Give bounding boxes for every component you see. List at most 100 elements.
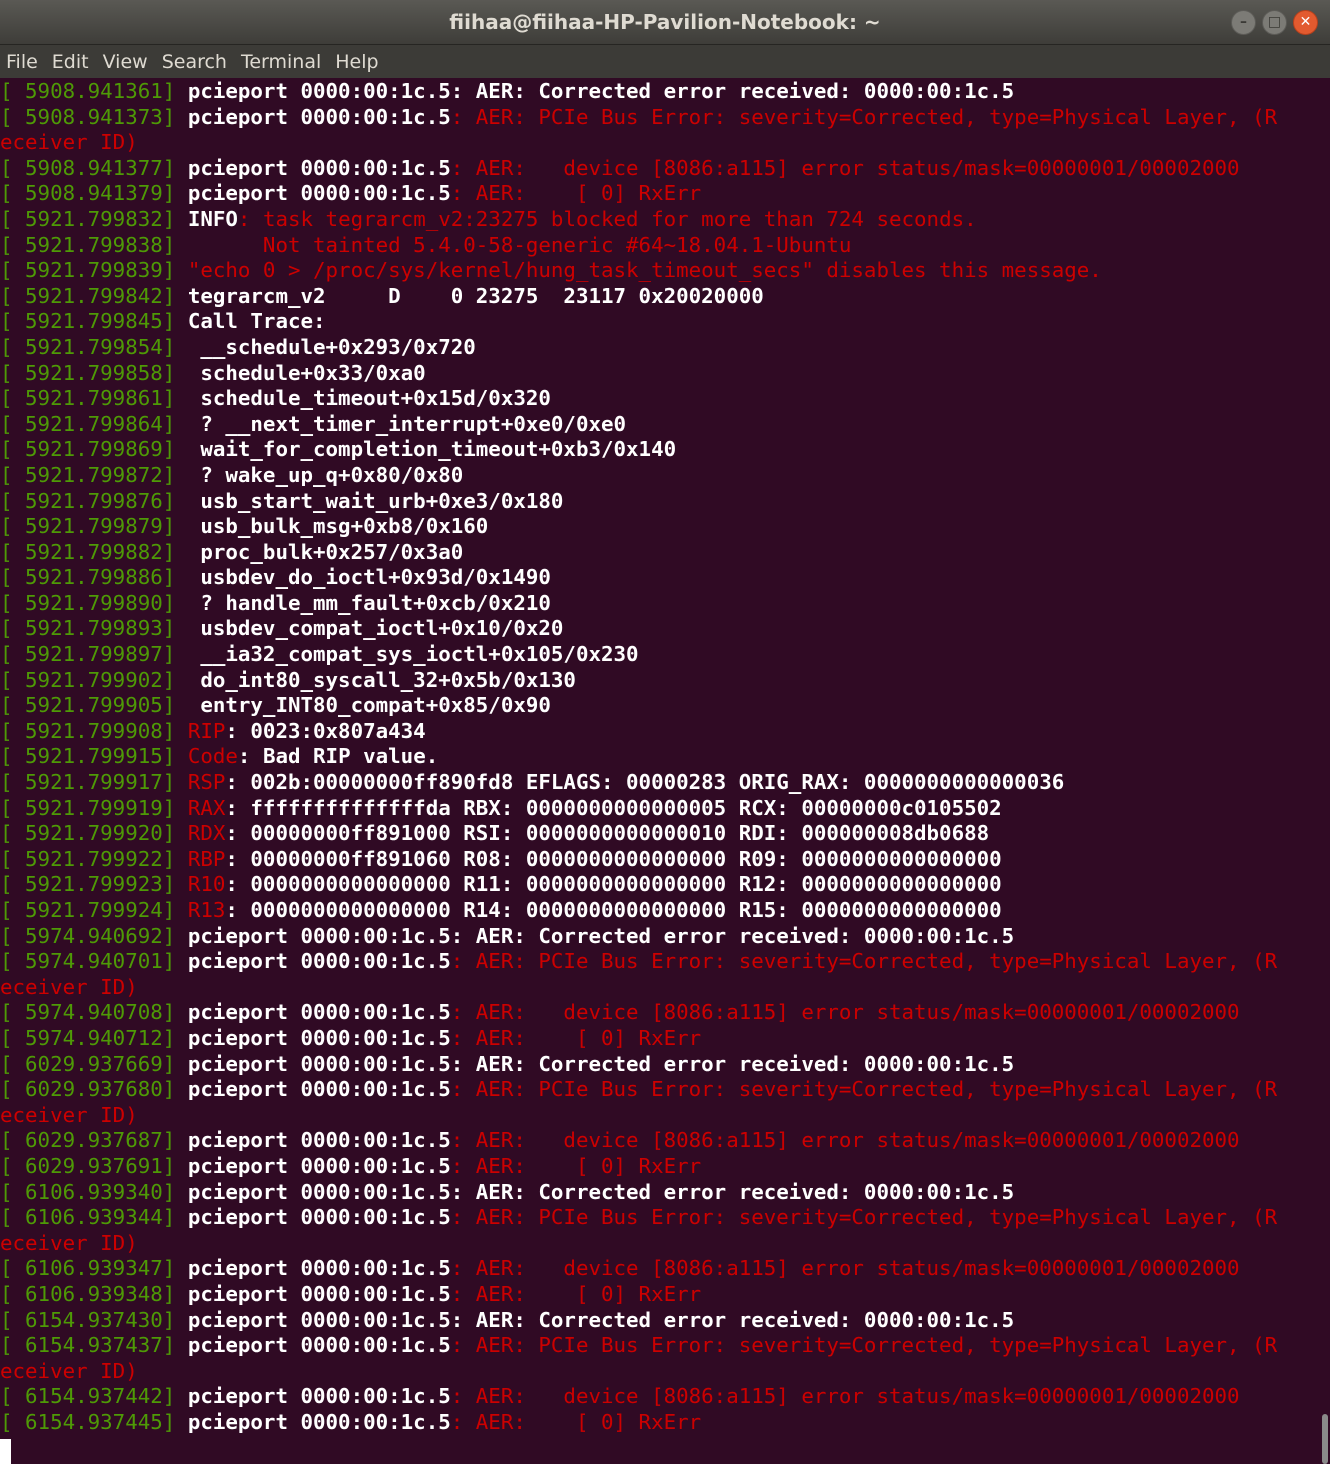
register-label: RSP xyxy=(187,770,226,795)
log-message: : AER: Corrected error received: 0000:00… xyxy=(450,1051,1015,1076)
log-message: : AER: Corrected error received: 0000:00… xyxy=(450,79,1015,103)
log-line: [ 6029.937687] pcieport 0000:00:1c.5: AE… xyxy=(0,1128,1318,1154)
log-line: [ 5974.940712] pcieport 0000:00:1c.5: AE… xyxy=(0,1026,1318,1052)
log-line: [ 5921.799872] ? wake_up_q+0x80/0x80 xyxy=(0,463,1318,489)
log-line: [ 5921.799838] Not tainted 5.4.0-58-gene… xyxy=(0,233,1318,259)
log-message: : AER: [ 0] RxErr xyxy=(450,1153,702,1178)
log-timestamp: [ 5921.799845] xyxy=(0,309,188,334)
log-line: [ 5974.940692] pcieport 0000:00:1c.5: AE… xyxy=(0,924,1318,950)
log-timestamp: [ 5921.799920] xyxy=(0,821,188,846)
log-message: : AER: device [8086:a115] error status/m… xyxy=(450,1256,1240,1281)
log-line: [ 5908.941361] pcieport 0000:00:1c.5: AE… xyxy=(0,79,1318,105)
log-line: [ 5921.799890] ? handle_mm_fault+0xcb/0x… xyxy=(0,591,1318,617)
log-line: [ 5921.799924] R13: 0000000000000000 R14… xyxy=(0,898,1318,924)
log-line: eceiver ID) xyxy=(0,1103,1318,1129)
log-message: usb_start_wait_urb+0xe3/0x180 xyxy=(187,488,564,513)
close-button[interactable]: ✕ xyxy=(1293,10,1318,35)
register-label: RAX xyxy=(187,795,226,820)
log-facility: INFO xyxy=(187,206,238,231)
log-timestamp: [ 5921.799917] xyxy=(0,770,188,795)
log-message: : ffffffffffffffda RBX: 0000000000000005… xyxy=(225,795,1002,820)
log-timestamp: [ 5908.941373] xyxy=(0,104,188,129)
log-message: schedule+0x33/0xa0 xyxy=(187,360,426,385)
log-timestamp: [ 5921.799854] xyxy=(0,334,188,359)
log-message: : AER: device [8086:a115] error status/m… xyxy=(450,155,1240,180)
log-timestamp: [ 5921.799838] xyxy=(0,232,188,257)
log-line: [ 5921.799842] tegrarcm_v2 D 0 23275 231… xyxy=(0,284,1318,310)
log-timestamp: [ 6029.937669] xyxy=(0,1051,188,1076)
log-timestamp: [ 6106.939344] xyxy=(0,1205,188,1230)
log-timestamp: [ 5921.799922] xyxy=(0,846,188,871)
scrollbar-thumb[interactable] xyxy=(1322,1414,1328,1464)
log-line: eceiver ID) xyxy=(0,1359,1318,1385)
menu-search[interactable]: Search xyxy=(156,51,235,73)
menu-help[interactable]: Help xyxy=(329,51,386,73)
log-timestamp: [ 6154.937437] xyxy=(0,1333,188,1358)
log-line: [ 6029.937691] pcieport 0000:00:1c.5: AE… xyxy=(0,1154,1318,1180)
menu-view[interactable]: View xyxy=(97,51,156,73)
menu-edit[interactable]: Edit xyxy=(46,51,97,73)
log-message: : AER: PCIe Bus Error: severity=Correcte… xyxy=(450,1205,1278,1230)
log-facility: pcieport 0000:00:1c.5 xyxy=(187,1256,451,1281)
log-message: usbdev_compat_ioctl+0x10/0x20 xyxy=(187,616,564,641)
log-timestamp: [ 5974.940712] xyxy=(0,1025,188,1050)
scrollbar[interactable] xyxy=(1318,79,1330,1464)
log-timestamp: [ 5921.799924] xyxy=(0,898,188,922)
minimize-button[interactable]: – xyxy=(1231,10,1256,35)
log-message: : AER: [ 0] RxErr xyxy=(450,1025,702,1050)
log-facility: pcieport 0000:00:1c.5 xyxy=(187,181,451,206)
log-message: ? handle_mm_fault+0xcb/0x210 xyxy=(187,590,551,615)
log-timestamp: [ 5921.799893] xyxy=(0,616,188,641)
log-line: [ 6029.937669] pcieport 0000:00:1c.5: AE… xyxy=(0,1052,1318,1078)
log-line: eceiver ID) xyxy=(0,1231,1318,1257)
log-facility: pcieport 0000:00:1c.5 xyxy=(187,1333,451,1358)
log-message: : 00000000ff891000 RSI: 0000000000000010… xyxy=(225,821,990,846)
log-message: : 0000000000000000 R14: 0000000000000000… xyxy=(225,898,1002,922)
log-line: [ 6154.937437] pcieport 0000:00:1c.5: AE… xyxy=(0,1333,1318,1359)
text-cursor xyxy=(0,1439,11,1464)
log-timestamp: [ 6154.937442] xyxy=(0,1384,188,1409)
log-line: [ 5908.941373] pcieport 0000:00:1c.5: AE… xyxy=(0,105,1318,131)
log-message: Call Trace: xyxy=(187,309,326,334)
log-timestamp: [ 5921.799842] xyxy=(0,283,188,308)
log-message: ? __next_timer_interrupt+0xe0/0xe0 xyxy=(187,411,627,436)
log-message: schedule_timeout+0x15d/0x320 xyxy=(187,386,551,411)
log-message: : AER: [ 0] RxErr xyxy=(450,1281,702,1306)
log-message: : task tegrarcm_v2:23275 blocked for mor… xyxy=(237,206,977,231)
log-message: : 00000000ff891060 R08: 0000000000000000… xyxy=(225,846,1002,871)
log-facility: pcieport 0000:00:1c.5 xyxy=(187,104,451,129)
log-timestamp: [ 5921.799923] xyxy=(0,872,188,897)
log-timestamp: [ 6106.939340] xyxy=(0,1179,188,1204)
log-message: proc_bulk+0x257/0x3a0 xyxy=(187,539,464,564)
log-message: "echo 0 > /proc/sys/kernel/hung_task_tim… xyxy=(187,258,1102,283)
log-line: [ 5921.799919] RAX: ffffffffffffffda RBX… xyxy=(0,796,1318,822)
log-timestamp: [ 5921.799919] xyxy=(0,795,188,820)
log-message: __ia32_compat_sys_ioctl+0x105/0x230 xyxy=(187,642,639,667)
log-message: wait_for_completion_timeout+0xb3/0x140 xyxy=(187,437,677,462)
log-line: [ 5921.799923] R10: 0000000000000000 R11… xyxy=(0,872,1318,898)
log-message: : AER: PCIe Bus Error: severity=Correcte… xyxy=(450,1077,1278,1102)
menu-file[interactable]: File xyxy=(0,51,46,73)
maximize-button[interactable]: □ xyxy=(1262,10,1287,35)
log-timestamp: [ 5921.799872] xyxy=(0,462,188,487)
log-timestamp: [ 5921.799908] xyxy=(0,718,188,743)
log-line: [ 5921.799882] proc_bulk+0x257/0x3a0 xyxy=(0,540,1318,566)
log-message: : AER: [ 0] RxErr xyxy=(450,181,702,206)
log-timestamp: [ 5921.799861] xyxy=(0,386,188,411)
log-line: [ 5921.799832] INFO: task tegrarcm_v2:23… xyxy=(0,207,1318,233)
menu-terminal[interactable]: Terminal xyxy=(235,51,329,73)
log-message: usb_bulk_msg+0xb8/0x160 xyxy=(187,514,489,539)
log-line: [ 5921.799917] RSP: 002b:00000000ff890fd… xyxy=(0,770,1318,796)
log-line: [ 6154.937430] pcieport 0000:00:1c.5: AE… xyxy=(0,1308,1318,1334)
log-line: [ 6106.939340] pcieport 0000:00:1c.5: AE… xyxy=(0,1180,1318,1206)
log-message: : 0023:0x807a434 xyxy=(225,718,426,743)
log-message: eceiver ID) xyxy=(0,130,138,155)
log-timestamp: [ 5921.799858] xyxy=(0,360,188,385)
title-bar[interactable]: fiihaa@fiihaa-HP-Pavilion-Notebook: ~ – … xyxy=(0,0,1330,45)
log-timestamp: [ 6154.937445] xyxy=(0,1409,188,1434)
terminal-output[interactable]: [ 5908.941361] pcieport 0000:00:1c.5: AE… xyxy=(0,79,1318,1464)
log-timestamp: [ 5974.940701] xyxy=(0,949,188,974)
log-message: : AER: [ 0] RxErr xyxy=(450,1409,702,1434)
log-line: [ 5921.799839] "echo 0 > /proc/sys/kerne… xyxy=(0,258,1318,284)
log-message: usbdev_do_ioctl+0x93d/0x1490 xyxy=(187,565,551,590)
